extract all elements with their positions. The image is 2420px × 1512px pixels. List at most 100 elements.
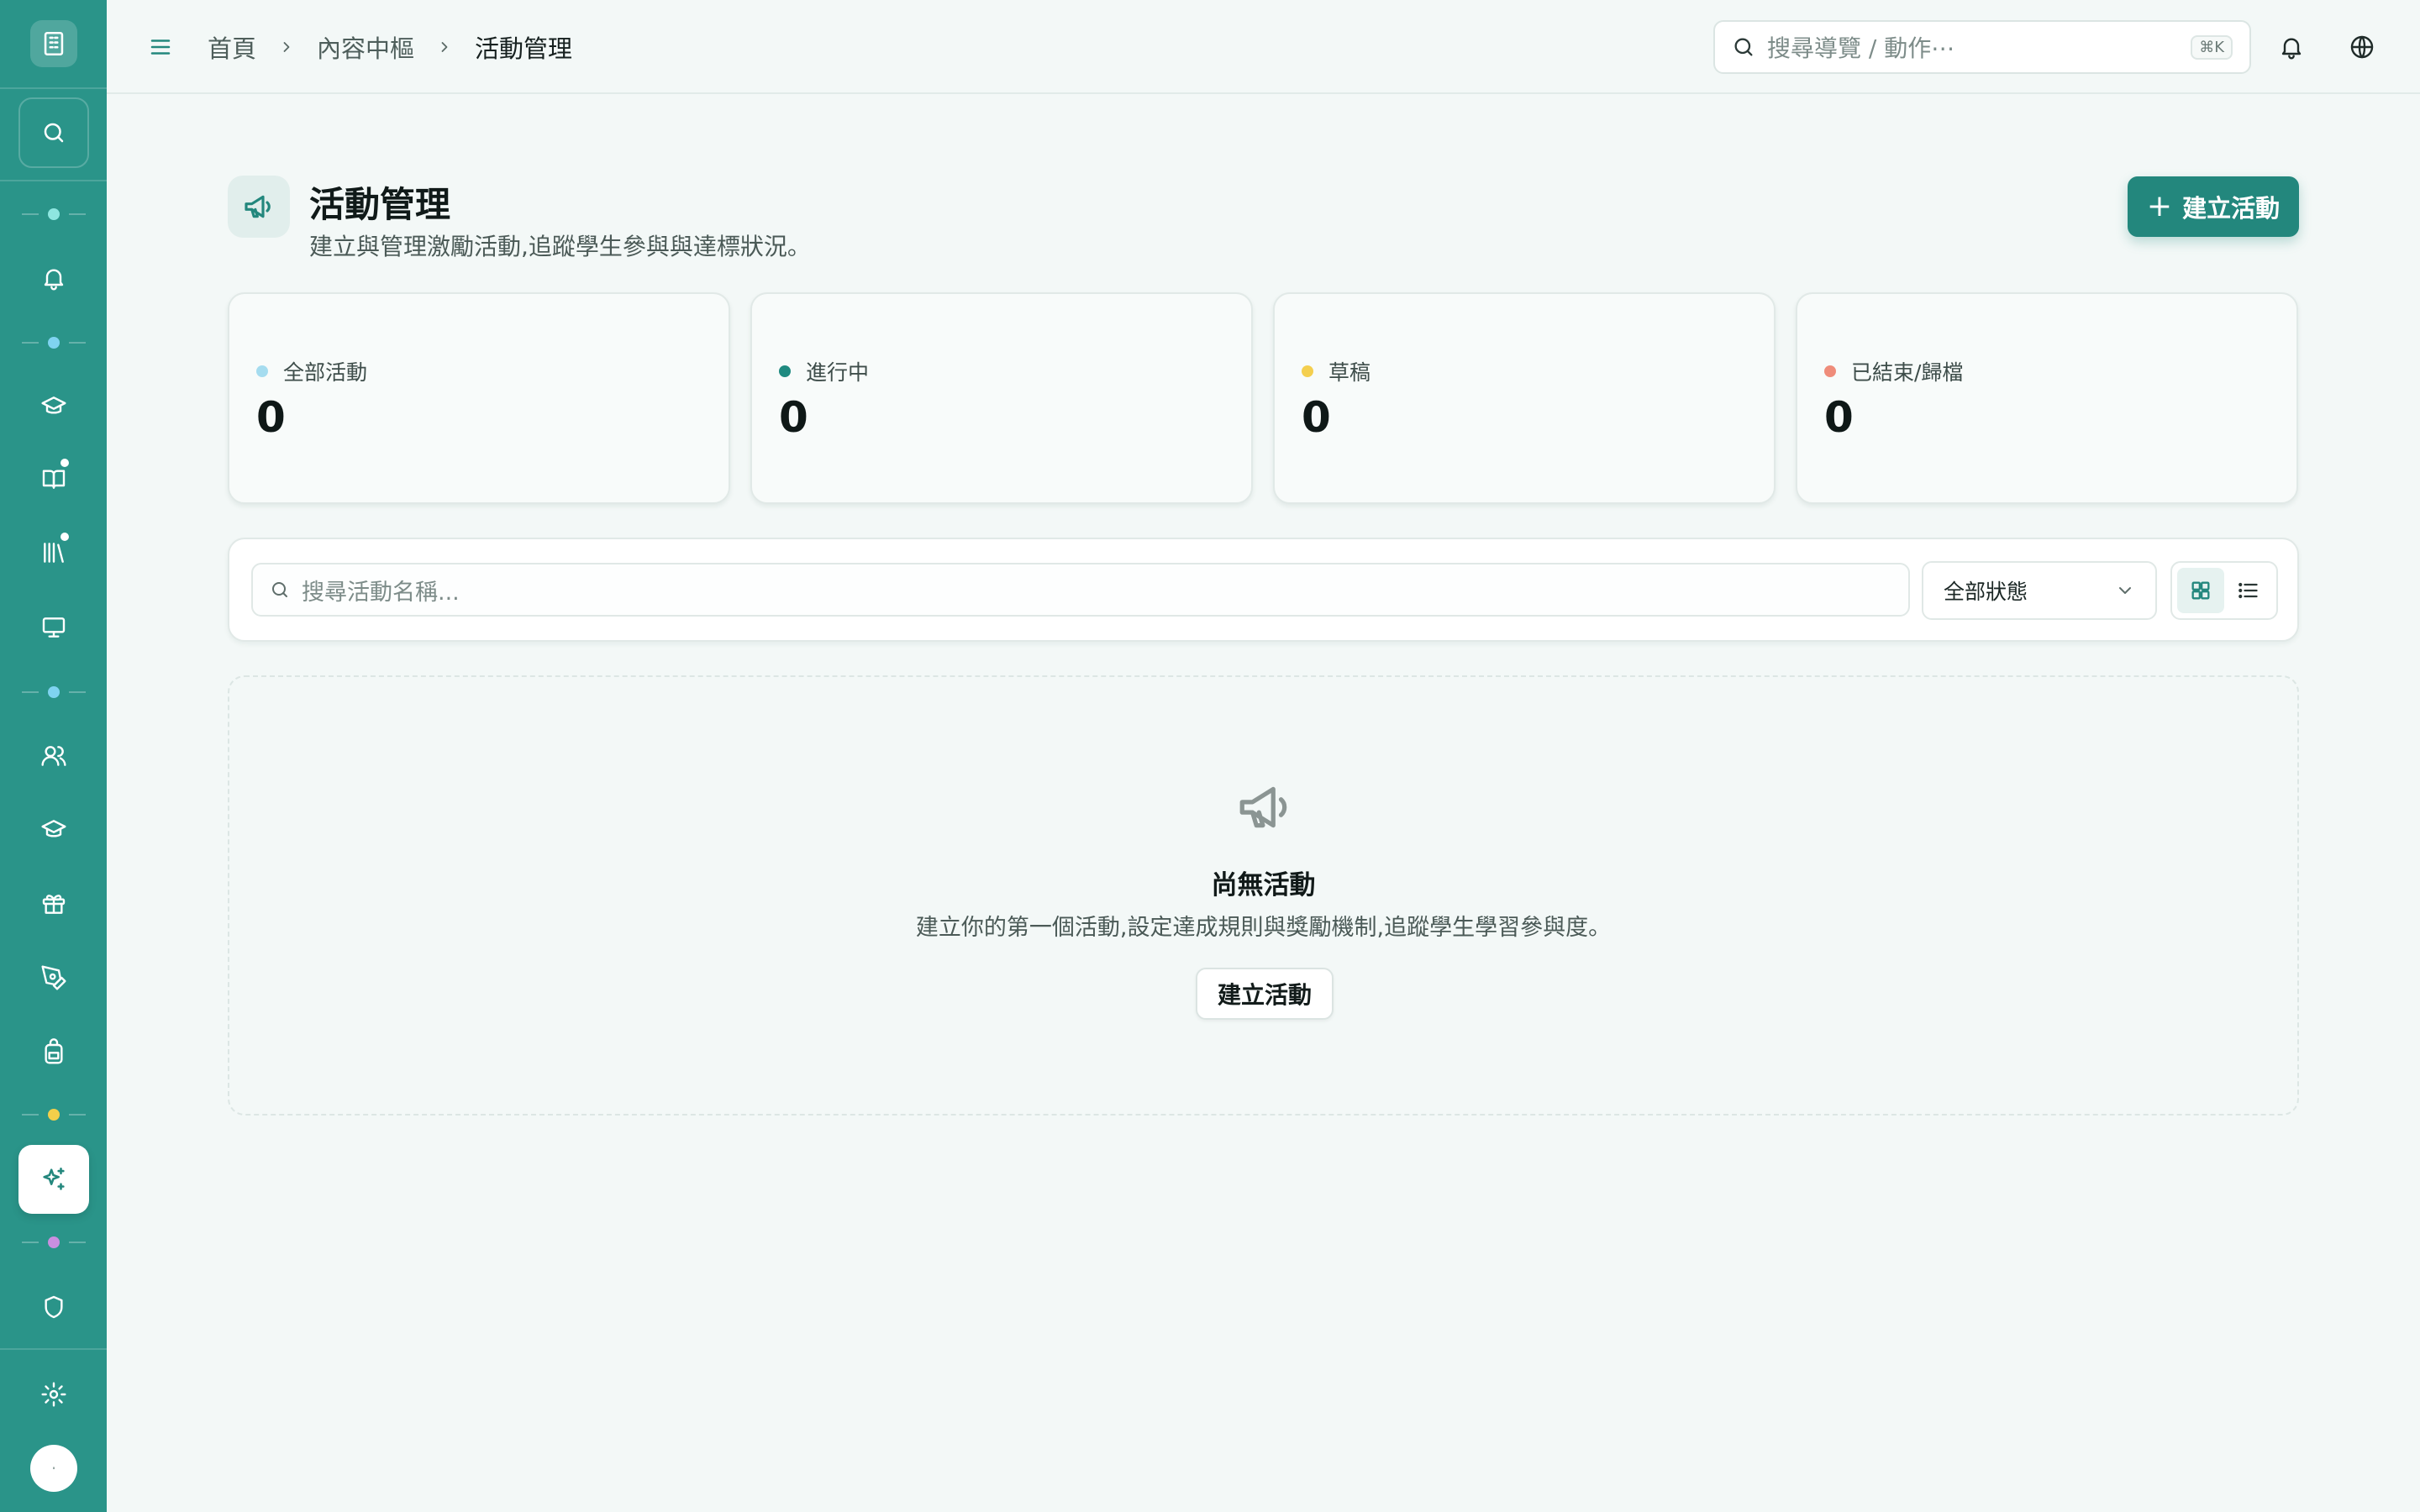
filter-bar: 搜尋活動名稱... 全部狀態 xyxy=(228,538,2299,642)
breadcrumb-content-hub[interactable]: 內容中樞 xyxy=(317,29,414,65)
sidebar-group-marker xyxy=(22,1109,86,1121)
gift-icon xyxy=(40,890,67,917)
empty-state: 尚無活動 建立你的第一個活動,設定達成規則與獎勵機制,追蹤學生學習參與度。 建立… xyxy=(228,675,2299,1116)
search-shortcut-badge: ⌘K xyxy=(2191,34,2233,60)
globe-icon xyxy=(2349,34,2375,60)
monitor-icon xyxy=(40,614,67,641)
sidebar-item-students[interactable] xyxy=(18,800,89,860)
chevron-down-icon xyxy=(2115,580,2135,601)
shield-icon xyxy=(40,1294,67,1320)
empty-state-create-button[interactable]: 建立活動 xyxy=(1196,968,1334,1020)
group-dot xyxy=(48,1236,60,1248)
user-avatar[interactable]: · xyxy=(30,1445,77,1492)
search-icon xyxy=(41,120,66,145)
page-title: 活動管理 xyxy=(309,184,451,225)
stat-value: 0 xyxy=(256,393,286,442)
stat-value: 0 xyxy=(779,393,808,442)
create-activity-label: 建立活動 xyxy=(2182,194,2281,223)
plus-icon: + xyxy=(2146,189,2173,223)
status-dot xyxy=(1302,365,1313,377)
stat-label: 全部活動 xyxy=(283,360,368,385)
stat-value: 0 xyxy=(1824,393,1854,442)
global-search-input[interactable]: 搜尋導覽 / 動作⋯ ⌘K xyxy=(1713,20,2251,74)
list-icon xyxy=(2236,579,2260,602)
avatar-icon: · xyxy=(50,1458,57,1478)
breadcrumb-current: 活動管理 xyxy=(475,34,573,63)
page-subtitle: 建立與管理激勵活動,追蹤學生參與與達標狀況。 xyxy=(309,233,811,260)
language-button[interactable] xyxy=(2344,29,2381,66)
grid-view-button[interactable] xyxy=(2177,568,2224,613)
grid-icon xyxy=(2189,579,2212,602)
create-activity-button[interactable]: + 建立活動 xyxy=(2128,176,2299,237)
backpack-icon xyxy=(40,1038,67,1065)
sidebar-divider xyxy=(0,180,107,181)
sidebar: · xyxy=(0,0,107,1512)
sidebar-group-marker xyxy=(22,686,86,698)
sidebar-item-settings[interactable] xyxy=(18,1364,89,1425)
top-bar: 首頁 內容中樞 活動管理 搜尋導覽 / 動作⋯ ⌘K xyxy=(107,0,2420,94)
sidebar-divider xyxy=(0,1348,107,1350)
sidebar-item-security[interactable] xyxy=(18,1277,89,1337)
view-mode-toggle xyxy=(2170,561,2278,620)
sidebar-item-courses[interactable] xyxy=(18,376,89,437)
sidebar-item-notifications[interactable] xyxy=(18,248,89,308)
group-dot xyxy=(48,337,60,349)
sidebar-item-library[interactable] xyxy=(18,522,89,583)
status-filter-value: 全部狀態 xyxy=(1944,580,2028,604)
sidebar-group-marker xyxy=(22,1236,86,1248)
empty-state-description: 建立你的第一個活動,設定達成規則與獎勵機制,追蹤學生學習參與度。 xyxy=(915,915,1612,941)
breadcrumb-home[interactable]: 首頁 xyxy=(208,29,256,65)
settings-icon xyxy=(40,1381,67,1408)
megaphone-icon xyxy=(242,190,276,223)
sidebar-item-books[interactable] xyxy=(18,449,89,509)
global-search-placeholder: 搜尋導覽 / 動作⋯ xyxy=(1767,34,1955,62)
bell-icon xyxy=(40,265,67,291)
users-icon xyxy=(40,743,67,769)
stat-label: 已結束/歸檔 xyxy=(1851,360,1964,385)
sidebar-group-marker xyxy=(22,337,86,349)
activity-search-placeholder: 搜尋活動名稱... xyxy=(302,579,460,606)
stat-value: 0 xyxy=(1302,393,1331,442)
stat-card-draft: 草稿 0 xyxy=(1273,292,1776,504)
sidebar-item-users[interactable] xyxy=(18,726,89,786)
sidebar-item-activities[interactable] xyxy=(18,1145,89,1214)
status-dot xyxy=(256,365,268,377)
group-dot xyxy=(48,208,60,220)
sidebar-item-design[interactable] xyxy=(18,948,89,1008)
sidebar-group-marker xyxy=(22,208,86,220)
breadcrumb: 首頁 內容中樞 活動管理 xyxy=(208,30,572,64)
sidebar-item-rewards[interactable] xyxy=(18,874,89,934)
book-open-icon xyxy=(40,465,67,492)
stat-label: 草稿 xyxy=(1328,360,1371,385)
notification-badge xyxy=(60,459,69,467)
search-icon xyxy=(1732,35,1755,59)
stat-card-all: 全部活動 0 xyxy=(228,292,730,504)
page-header-icon xyxy=(228,176,290,238)
group-dot xyxy=(48,1109,60,1121)
graduation-cap-icon xyxy=(40,393,67,420)
pen-tool-icon xyxy=(40,964,67,991)
sparkles-icon xyxy=(39,1165,68,1194)
megaphone-icon xyxy=(1234,776,1297,838)
menu-toggle-button[interactable] xyxy=(144,30,177,64)
library-icon xyxy=(40,539,67,566)
empty-state-title: 尚無活動 xyxy=(1211,870,1316,900)
notification-badge xyxy=(60,533,69,541)
search-icon xyxy=(270,580,290,600)
stat-card-active: 進行中 0 xyxy=(750,292,1253,504)
building-icon xyxy=(39,29,68,58)
status-dot xyxy=(779,365,791,377)
status-dot xyxy=(1824,365,1836,377)
chevron-right-icon xyxy=(278,39,295,55)
sidebar-item-classroom[interactable] xyxy=(18,597,89,658)
app-logo[interactable] xyxy=(30,20,77,67)
menu-icon xyxy=(148,34,173,60)
sidebar-item-resources[interactable] xyxy=(18,1021,89,1082)
list-view-button[interactable] xyxy=(2224,568,2271,613)
activity-search-input[interactable]: 搜尋活動名稱... xyxy=(251,563,1910,617)
notifications-button[interactable] xyxy=(2273,29,2310,66)
sidebar-divider xyxy=(0,87,107,89)
status-filter-select[interactable]: 全部狀態 xyxy=(1922,561,2157,620)
stat-label: 進行中 xyxy=(806,360,870,385)
sidebar-search-button[interactable] xyxy=(18,97,89,168)
